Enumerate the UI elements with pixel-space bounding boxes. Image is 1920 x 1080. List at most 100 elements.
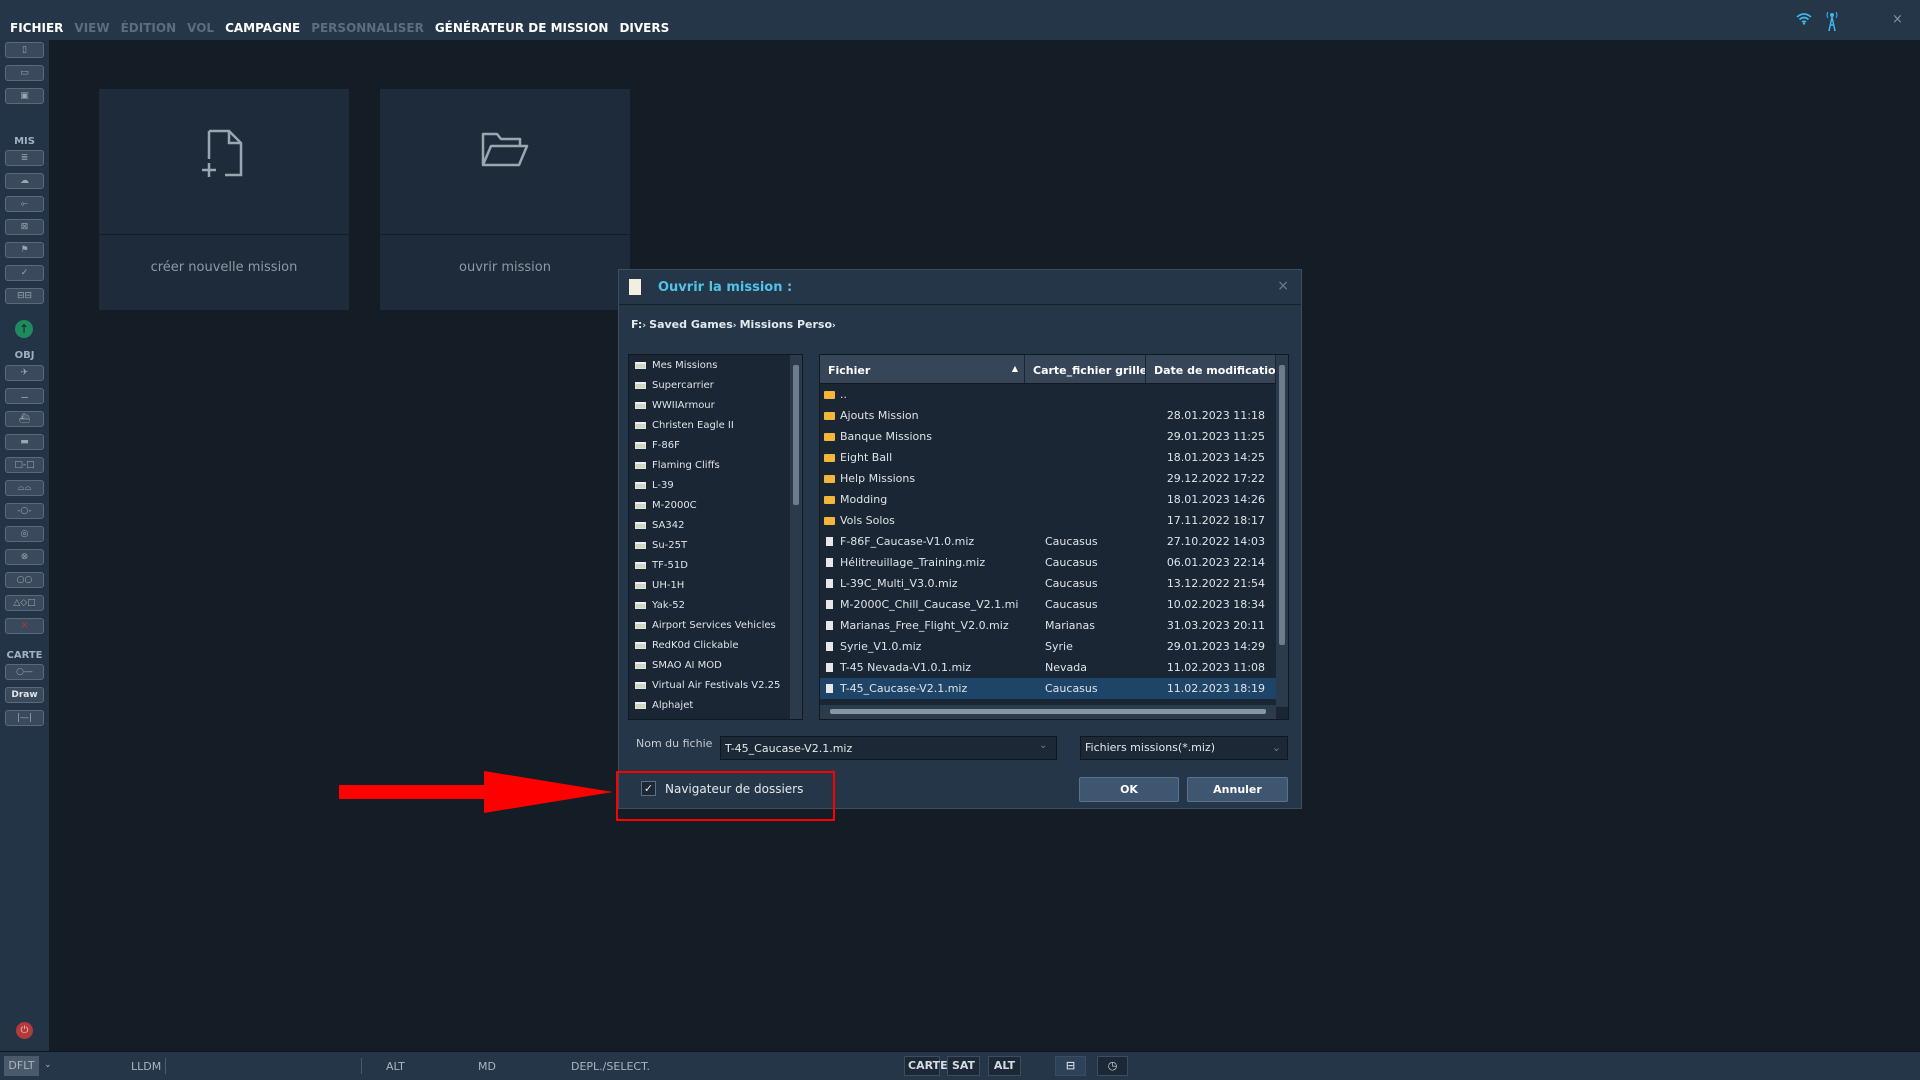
menu-item-2[interactable]: ÉDITION: [121, 21, 177, 35]
file-row[interactable]: L-39C_Multi_V3.0.miz Caucasus 13.12.2022 2…: [820, 573, 1288, 594]
file-row[interactable]: Help Missions 29.12.2022 17:22: [820, 468, 1288, 489]
breadcrumb-item[interactable]: F:: [631, 318, 642, 331]
column-header-fichier[interactable]: Fichier ▲: [820, 355, 1025, 383]
file-row[interactable]: Eight Ball 18.01.2023 14:25: [820, 447, 1288, 468]
breadcrumb-item[interactable]: Saved Games: [649, 318, 733, 331]
file-row[interactable]: ..: [820, 384, 1288, 405]
clock-icon[interactable]: ◷: [1097, 1056, 1128, 1076]
folder-tree-item[interactable]: Christen Eagle II: [629, 415, 789, 435]
column-header-date[interactable]: Date de modification: [1146, 355, 1276, 383]
menu-item-6[interactable]: GÉNÉRATEUR DE MISSION: [435, 21, 609, 35]
folder-tree-item[interactable]: Su-25T: [629, 535, 789, 555]
sequence-tool-button[interactable]: ⊟⊟: [5, 288, 44, 304]
menu-item-4[interactable]: CAMPAGNE: [225, 21, 300, 35]
folder-tree-scrollbar[interactable]: [790, 355, 802, 719]
file-row[interactable]: Syrie_V1.0.miz Syrie 29.01.2023 14:29: [820, 636, 1288, 657]
helicopter-tool-button[interactable]: ⚊: [5, 388, 44, 404]
file-row[interactable]: F-86F_Caucase-V1.0.miz Caucasus 27.10.2022…: [820, 531, 1288, 552]
folder-tree-item[interactable]: Airport Services Vehicles: [629, 615, 789, 635]
tank-tool-button[interactable]: ▬: [5, 434, 44, 450]
map-view-sat-button[interactable]: SAT: [947, 1056, 980, 1076]
drive-icon: [635, 421, 646, 429]
annotation-arrow-icon: [339, 771, 613, 813]
file-row[interactable]: Ajouts Mission 28.01.2023 11:18: [820, 405, 1288, 426]
folder-tree-item[interactable]: UH-1H: [629, 575, 789, 595]
ok-button[interactable]: OK: [1079, 777, 1179, 802]
menu-item-1[interactable]: VIEW: [74, 21, 109, 35]
file-table-hscrollbar[interactable]: [820, 705, 1276, 719]
breadcrumb-item[interactable]: Missions Perso: [740, 318, 832, 331]
menu-item-3[interactable]: VOL: [187, 21, 214, 35]
filename-input[interactable]: [720, 736, 1057, 760]
file-row[interactable]: Vols Solos 17.11.2022 18:17: [820, 510, 1288, 531]
mode-chevron-icon[interactable]: ⌄: [44, 1060, 52, 1070]
target-tool-button[interactable]: ◎: [5, 526, 44, 542]
up-arrow-icon[interactable]: ↑: [15, 320, 33, 338]
open-folder-tool-button[interactable]: ▭: [5, 65, 44, 81]
check-tool-button[interactable]: ✓: [5, 265, 44, 281]
ship-tool-button[interactable]: ⛴: [5, 411, 44, 427]
vehicles-tool-button[interactable]: ⌓⌓: [5, 480, 44, 496]
new-file-tool-button[interactable]: ▯: [5, 42, 44, 58]
column-header-carte[interactable]: Carte_fichier grille: [1025, 355, 1146, 383]
group-tool-button[interactable]: ○○: [5, 572, 44, 588]
map-layer-icon[interactable]: ⊟: [1055, 1056, 1086, 1076]
measure-tool-button[interactable]: |—|: [5, 710, 44, 726]
folder-tree-item[interactable]: M-2000C: [629, 495, 789, 515]
folder-tree-item[interactable]: Flaming Cliffs: [629, 455, 789, 475]
folder-tree-item[interactable]: TF-51D: [629, 555, 789, 575]
delete-tool-button[interactable]: ✕: [5, 618, 44, 634]
mode-select[interactable]: DFLT: [4, 1056, 39, 1076]
drive-icon: [635, 501, 646, 509]
trigger-tool-button[interactable]: ⟜: [5, 196, 44, 212]
carte-section-label: CARTE: [6, 650, 43, 661]
create-new-mission-tile[interactable]: créer nouvelle mission: [99, 89, 349, 310]
zone-tool-button[interactable]: ⊠: [5, 219, 44, 235]
folder-tree-item[interactable]: Alphajet: [629, 695, 789, 715]
folder-tree-item[interactable]: SMAO AI MOD: [629, 655, 789, 675]
weather-tool-button[interactable]: ☁: [5, 173, 44, 189]
exit-icon[interactable]: ⏻: [16, 1022, 33, 1039]
file-row[interactable]: T-45_Caucase-V2.1.miz Caucasus 11.02.2023 …: [820, 678, 1288, 699]
file-icon: [826, 537, 833, 546]
plane-tool-button[interactable]: ✈: [5, 365, 44, 381]
shapes-tool-button[interactable]: △◇□: [5, 595, 44, 611]
folder-tree-item[interactable]: Yak-52: [629, 595, 789, 615]
menu-item-0[interactable]: FICHIER: [10, 21, 63, 35]
file-row[interactable]: Hélitreuillage_Training.miz Caucasus 06.01…: [820, 552, 1288, 573]
folder-tree-item[interactable]: RedK0d Clickable: [629, 635, 789, 655]
folder-tree-item[interactable]: Supercarrier: [629, 375, 789, 395]
save-tool-button[interactable]: ▣: [5, 88, 44, 104]
close-app-button[interactable]: ×: [1892, 12, 1903, 27]
folder-tree-item[interactable]: L-39: [629, 475, 789, 495]
coords-format[interactable]: LLDM: [131, 1060, 161, 1073]
filename-dropdown-chevron-icon[interactable]: ⌄: [1039, 740, 1047, 751]
ruler-tool-button[interactable]: ○—: [5, 664, 44, 680]
menu-item-5[interactable]: PERSONNALISER: [311, 21, 424, 35]
file-table-vscrollbar[interactable]: [1276, 355, 1288, 707]
menu-item-7[interactable]: DIVERS: [619, 21, 669, 35]
folder-tree-item[interactable]: Virtual Air Festivals V2.25: [629, 675, 789, 695]
file-row[interactable]: M-2000C_Chill_Caucase_V2.1.mi Caucasus 10.…: [820, 594, 1288, 615]
map-view-carte-button[interactable]: CARTE: [904, 1056, 948, 1076]
briefing-tool-button[interactable]: ≣: [5, 150, 44, 166]
dialog-title-bar: Ouvrir la mission : ×: [619, 270, 1301, 305]
file-type-select[interactable]: Fichiers missions(*.miz) ⌄: [1080, 736, 1288, 760]
waypoint-tool-button[interactable]: -○-: [5, 503, 44, 519]
static-tool-button[interactable]: □-□: [5, 457, 44, 473]
file-row[interactable]: T-45 Nevada-V1.0.1.miz Nevada 11.02.2023 1…: [820, 657, 1288, 678]
folder-tree-item[interactable]: F-86F: [629, 435, 789, 455]
file-row[interactable]: Modding 18.01.2023 14:26: [820, 489, 1288, 510]
folder-tree-item[interactable]: WWIIArmour: [629, 395, 789, 415]
folder-tree-item[interactable]: SA342: [629, 515, 789, 535]
map-view-alt-button[interactable]: ALT: [988, 1056, 1021, 1076]
dialog-close-button[interactable]: ×: [1277, 278, 1289, 294]
draw-tool-button[interactable]: Draw: [5, 687, 44, 703]
open-mission-tile[interactable]: ouvrir mission: [380, 89, 630, 310]
file-row[interactable]: Marianas_Free_Flight_V2.0.miz Marianas 31.…: [820, 615, 1288, 636]
cancel-button[interactable]: Annuler: [1187, 777, 1288, 802]
file-row[interactable]: Banque Missions 29.01.2023 11:25: [820, 426, 1288, 447]
folder-tree-item[interactable]: Mes Missions: [629, 355, 789, 375]
flags-tool-button[interactable]: ⚑: [5, 242, 44, 258]
cancel-target-tool-button[interactable]: ⊗: [5, 549, 44, 565]
